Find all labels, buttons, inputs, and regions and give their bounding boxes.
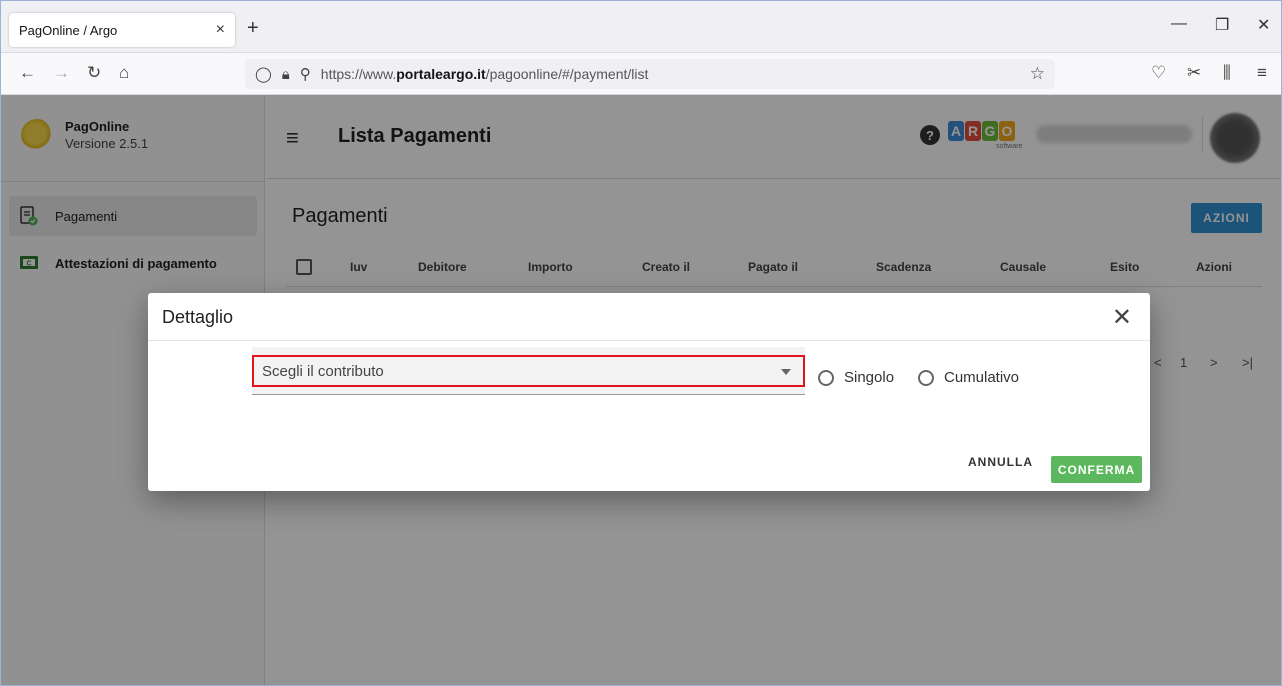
radio-label: Singolo [844, 369, 895, 386]
browser-tab[interactable]: PagOnline / Argo × [9, 13, 235, 47]
dialog-title: Dettaglio [162, 307, 234, 327]
permissions-icon[interactable]: ⚲ [300, 65, 311, 83]
radio-cumulativo[interactable]: Cumulativo [918, 369, 1019, 386]
home-icon[interactable]: ⌂ [119, 63, 129, 83]
bookmark-star-icon[interactable]: ☆ [1030, 64, 1045, 84]
new-tab-icon[interactable]: + [247, 17, 259, 40]
library-icon[interactable]: ⫼ [1223, 63, 1231, 83]
radio-singolo[interactable]: Singolo [818, 369, 894, 386]
menu-icon[interactable]: ≡ [1257, 63, 1267, 83]
confirm-button[interactable]: CONFERMA [1051, 456, 1142, 483]
navigation-bar: ← → ↻ ⌂ ◯ 🔒︎ ⚲ https://www.portaleargo.i… [1, 53, 1281, 95]
back-icon[interactable]: ← [19, 63, 36, 83]
restore-icon[interactable]: ❐ [1215, 15, 1229, 35]
url-text[interactable]: https://www.portaleargo.it/pagoonline/#/… [321, 66, 649, 82]
address-bar[interactable]: ◯ 🔒︎ ⚲ https://www.portaleargo.it/pagoon… [245, 59, 1055, 89]
radio-label: Cumulativo [944, 369, 1020, 386]
select-placeholder: Scegli il contributo [262, 362, 384, 380]
reload-icon[interactable]: ↻ [87, 63, 101, 83]
radio-circle-icon[interactable] [818, 369, 834, 386]
tab-bar: PagOnline / Argo × + — ❐ ✕ [1, 1, 1281, 53]
radio-circle-icon[interactable] [918, 369, 934, 386]
cancel-button[interactable]: ANNULLA [968, 455, 1033, 469]
close-window-icon[interactable]: ✕ [1257, 15, 1270, 35]
pocket-icon[interactable]: ♡ [1151, 63, 1166, 83]
dialog-header: Dettaglio ✕ [148, 293, 1150, 341]
lock-icon: 🔒︎ [281, 65, 290, 83]
shield-icon: ◯ [255, 66, 272, 83]
dettaglio-dialog: Dettaglio ✕ Scegli il contributo Singolo… [148, 293, 1150, 491]
tab-title: PagOnline / Argo [19, 22, 118, 38]
tab-close-icon[interactable]: × [216, 21, 225, 39]
dropdown-arrow-icon[interactable] [781, 369, 791, 375]
minimize-icon[interactable]: — [1171, 15, 1187, 33]
forward-icon[interactable]: → [53, 63, 70, 83]
contributo-select[interactable]: Scegli il contributo [252, 355, 805, 387]
extension-icon[interactable]: ✂ [1187, 63, 1201, 83]
contributo-select-field[interactable]: Scegli il contributo [252, 347, 805, 395]
close-icon[interactable]: ✕ [1112, 303, 1132, 332]
